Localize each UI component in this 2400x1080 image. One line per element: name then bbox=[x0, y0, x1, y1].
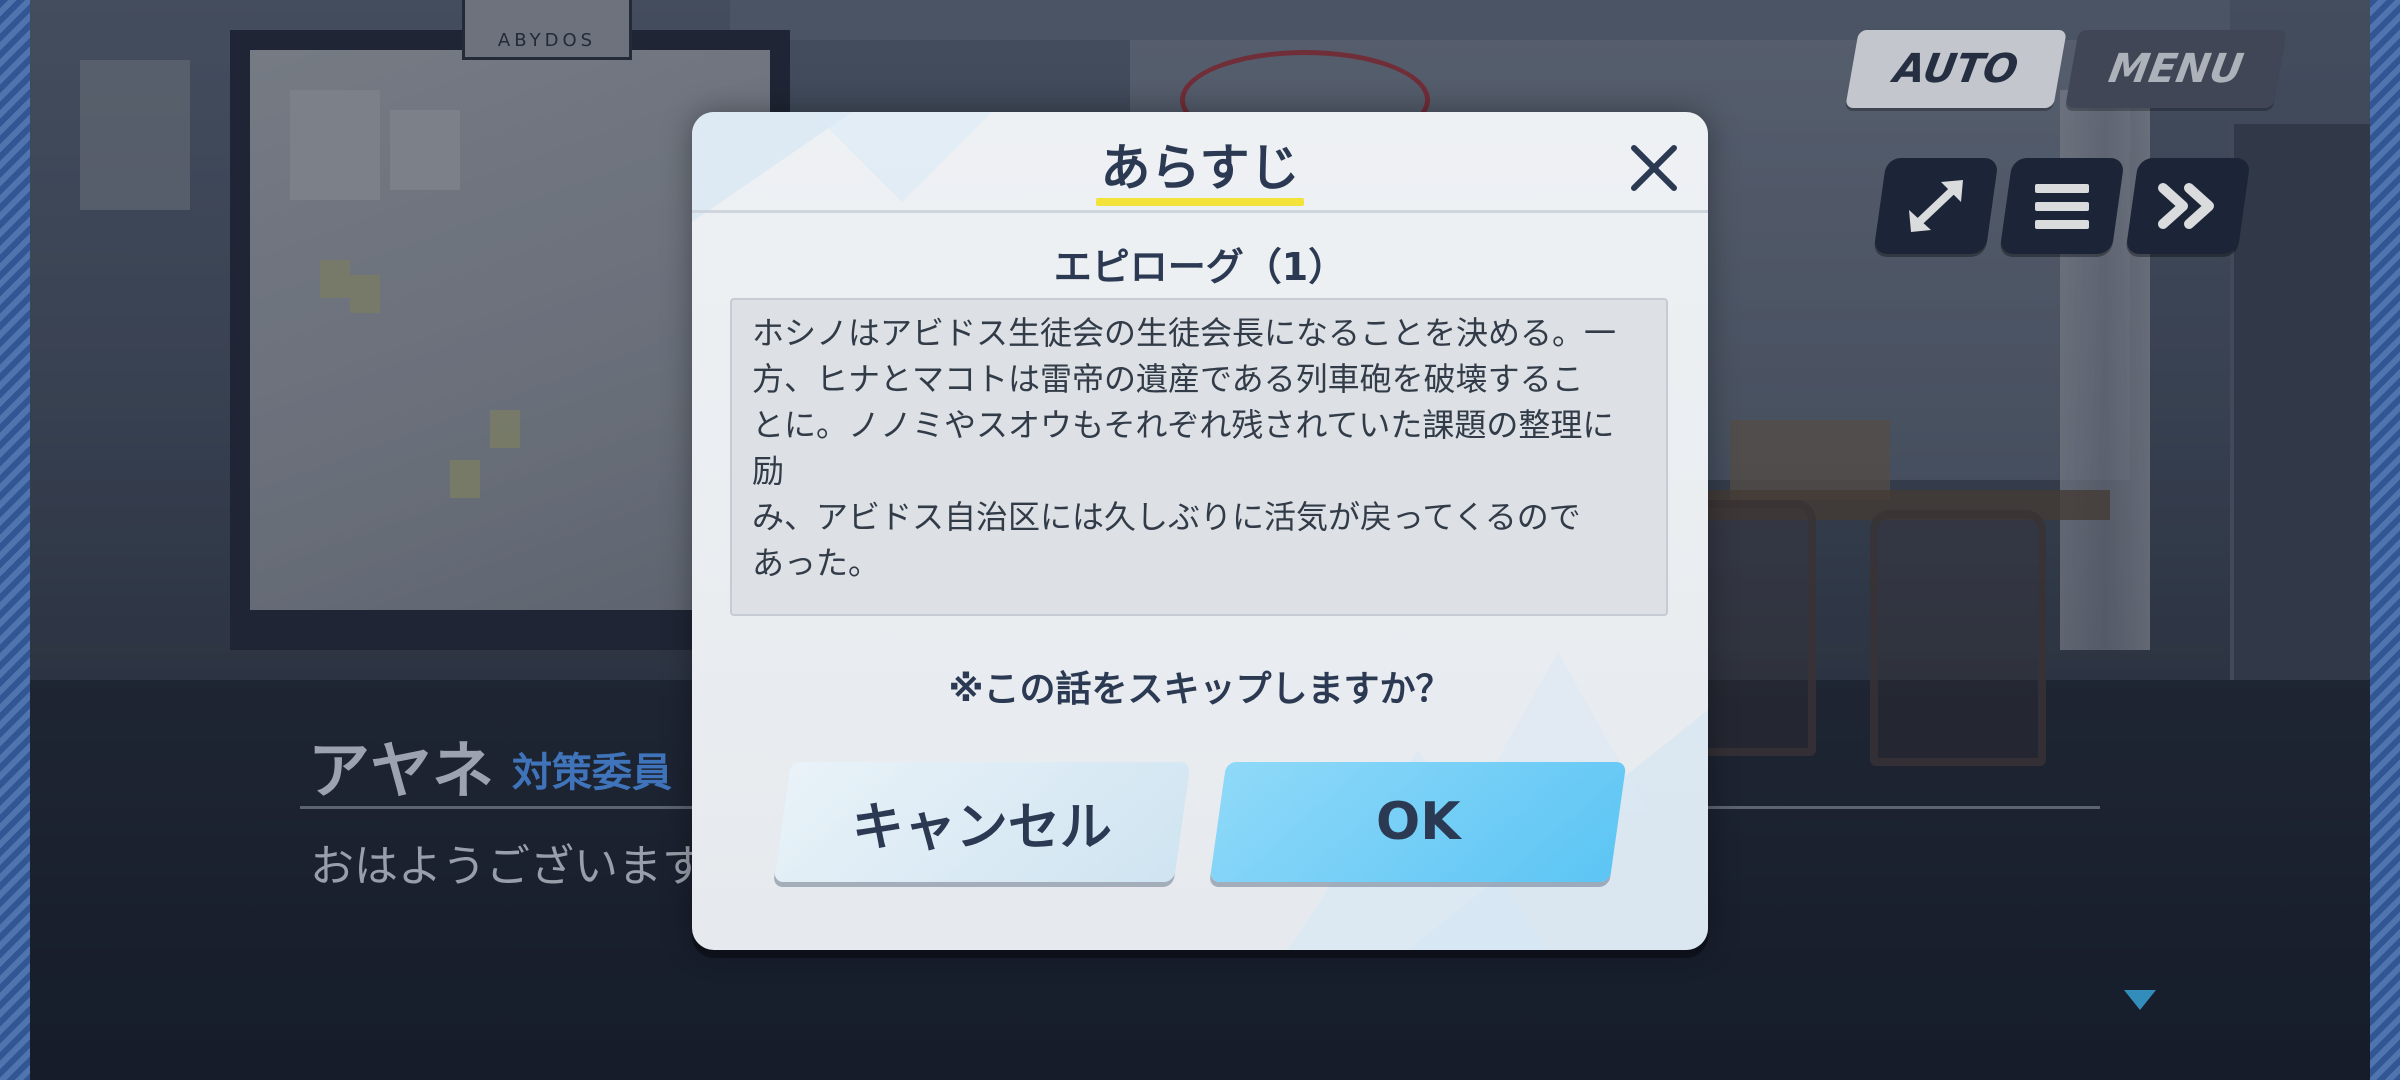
close-button[interactable] bbox=[1624, 138, 1684, 198]
ok-button-label: OK bbox=[1375, 792, 1461, 852]
ok-button[interactable]: OK bbox=[1209, 762, 1627, 882]
summary-dialog: あらすじ エピローグ（1） ホシノはアビドス生徒会の生徒会長になることを決める。… bbox=[692, 112, 1708, 950]
episode-title: エピローグ（1） bbox=[1053, 245, 1347, 289]
summary-text: ホシノはアビドス生徒会の生徒会長になることを決める。一 方、ヒナとマコトは雷帝の… bbox=[752, 314, 1617, 582]
title-underline bbox=[1096, 198, 1304, 206]
skip-question: ※この話をスキップしますか？ bbox=[948, 669, 1452, 710]
dialog-header: あらすじ bbox=[692, 112, 1708, 213]
cancel-button-label: キャンセル bbox=[851, 797, 1112, 858]
summary-text-box[interactable]: ホシノはアビドス生徒会の生徒会長になることを決める。一 方、ヒナとマコトは雷帝の… bbox=[730, 298, 1668, 616]
close-x-icon bbox=[1631, 145, 1677, 191]
dialog-title: あらすじ bbox=[1100, 139, 1300, 197]
cancel-button[interactable]: キャンセル bbox=[773, 762, 1191, 882]
game-screen: ABYDOS AUTO MENU アヤネ 対策委員 おはようございます あらすじ… bbox=[0, 0, 2400, 1080]
